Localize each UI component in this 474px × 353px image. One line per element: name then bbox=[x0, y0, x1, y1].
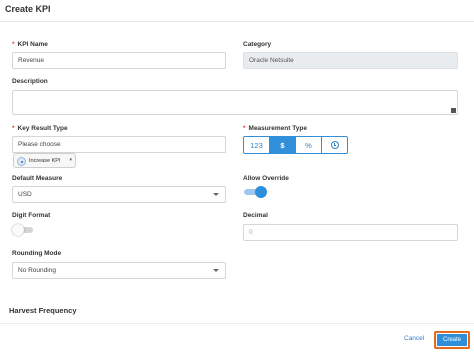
key-result-type-label: * Key Result Type bbox=[12, 125, 68, 132]
rounding-mode-select[interactable]: No Rounding bbox=[12, 262, 226, 279]
default-measure-label: Default Measure bbox=[12, 175, 63, 182]
target-icon bbox=[17, 157, 26, 166]
kpi-name-label: * KPI Name bbox=[12, 41, 48, 48]
cancel-button[interactable]: Cancel bbox=[404, 335, 424, 342]
dialog-title: Create KPI bbox=[5, 4, 51, 14]
increase-kpi-chip[interactable]: Increase KPI ▾ bbox=[13, 153, 76, 168]
digit-format-toggle[interactable] bbox=[12, 224, 36, 236]
description-label: Description bbox=[12, 78, 48, 85]
allow-override-label: Allow Override bbox=[243, 175, 289, 182]
required-marker: * bbox=[12, 125, 15, 132]
dialog-header: Create KPI bbox=[0, 0, 474, 22]
measurement-currency-button[interactable]: $ bbox=[269, 136, 296, 154]
default-measure-select[interactable]: USD bbox=[12, 186, 226, 203]
chevron-down-icon: ▾ bbox=[69, 157, 72, 163]
chevron-down-icon bbox=[213, 269, 219, 272]
resize-handle-icon[interactable] bbox=[451, 108, 456, 113]
allow-override-toggle[interactable] bbox=[243, 186, 267, 198]
clock-icon bbox=[330, 141, 339, 149]
harvest-frequency-heading: Harvest Frequency bbox=[9, 306, 77, 315]
kpi-name-input[interactable]: Revenue bbox=[12, 52, 226, 69]
description-textarea[interactable] bbox=[12, 90, 458, 115]
chevron-down-icon bbox=[213, 193, 219, 196]
rounding-mode-label: Rounding Mode bbox=[12, 250, 62, 257]
measurement-type-toggle: 123 $ % bbox=[243, 136, 348, 154]
create-button[interactable]: Create bbox=[437, 334, 467, 346]
required-marker: * bbox=[12, 41, 15, 48]
digit-format-label: Digit Format bbox=[12, 212, 51, 219]
decimal-label: Decimal bbox=[243, 212, 268, 219]
measurement-percent-button[interactable]: % bbox=[295, 136, 322, 154]
category-label: Category bbox=[243, 41, 272, 48]
key-result-type-select[interactable]: Please choose bbox=[12, 136, 226, 153]
measurement-type-label: * Measurement Type bbox=[243, 125, 307, 132]
decimal-input[interactable]: 0 bbox=[243, 224, 458, 241]
category-field: Oracle Netsuite bbox=[243, 52, 458, 69]
required-marker: * bbox=[243, 125, 246, 132]
measurement-number-button[interactable]: 123 bbox=[243, 136, 270, 154]
measurement-time-button[interactable] bbox=[321, 136, 348, 154]
footer-divider bbox=[0, 323, 474, 324]
